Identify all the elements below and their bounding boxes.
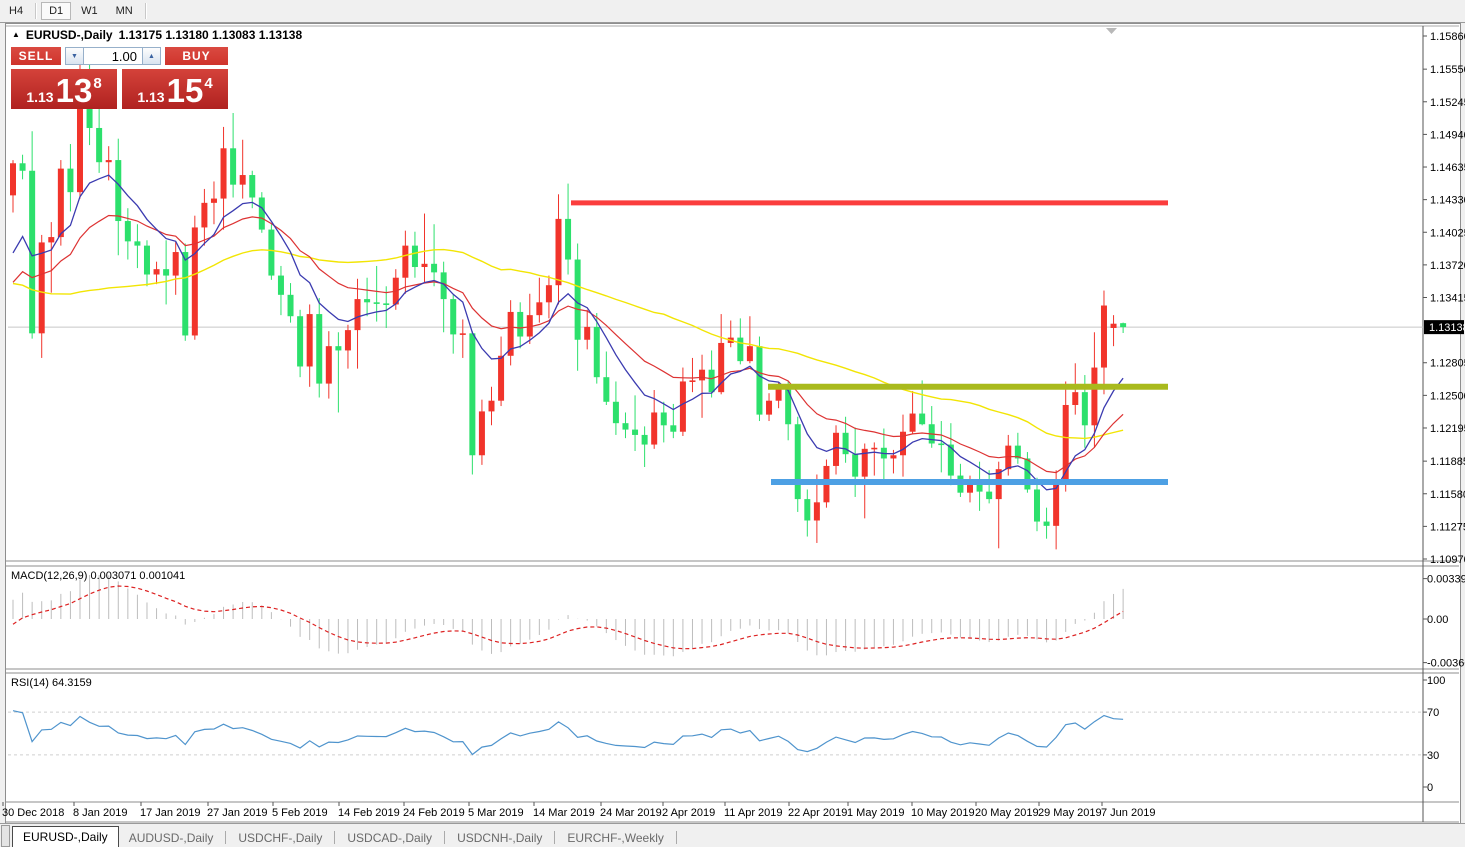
sell-price-big: 13 bbox=[56, 77, 93, 105]
chart-window[interactable] bbox=[5, 23, 1461, 824]
timeframe-d1-button[interactable]: D1 bbox=[41, 2, 71, 20]
volume-input[interactable] bbox=[84, 47, 142, 65]
timeframe-toolbar: H4 D1 W1 MN bbox=[0, 0, 1465, 23]
tab-audusd-daily[interactable]: AUDUSD-,Daily bbox=[119, 828, 224, 847]
rsi-indicator-label: RSI(14) 64.3159 bbox=[11, 677, 92, 689]
chart-tab-bar: EURUSD-,Daily AUDUSD-,Daily USDCHF-,Dail… bbox=[0, 823, 1465, 847]
buy-button[interactable]: BUY bbox=[165, 47, 228, 65]
volume-increase-button[interactable]: ▲ bbox=[142, 47, 161, 65]
chart-ohlc-values: 1.13175 1.13180 1.13083 1.13138 bbox=[119, 28, 303, 42]
sell-price-tile[interactable]: 1.13138 bbox=[11, 69, 117, 109]
volume-stepper: ▼ ▲ bbox=[65, 47, 161, 65]
tab-usdchf-daily[interactable]: USDCHF-,Daily bbox=[228, 828, 332, 847]
timeframe-w1-button[interactable]: W1 bbox=[73, 2, 106, 20]
buy-price-tile[interactable]: 1.13154 bbox=[122, 69, 228, 109]
sell-price-sup: 8 bbox=[93, 75, 101, 92]
tab-usdcnh-daily[interactable]: USDCNH-,Daily bbox=[447, 828, 552, 847]
one-click-trading-panel: SELL ▼ ▲ BUY 1.13138 1.13154 bbox=[11, 47, 228, 109]
timeframe-mn-button[interactable]: MN bbox=[108, 2, 141, 20]
sell-button[interactable]: SELL bbox=[11, 47, 61, 65]
buy-price-sup: 4 bbox=[204, 75, 212, 92]
chart-symbol-label: EURUSD-,Daily bbox=[26, 28, 113, 42]
tab-separator bbox=[676, 831, 677, 844]
chart-title: ▲ EURUSD-,Daily 1.13175 1.13180 1.13083 … bbox=[12, 28, 302, 42]
sell-price-prefix: 1.13 bbox=[26, 90, 53, 105]
chevron-down-icon: ▼ bbox=[71, 53, 78, 60]
tab-eurusd-daily[interactable]: EURUSD-,Daily bbox=[12, 826, 119, 847]
macd-indicator-label: MACD(12,26,9) 0.003071 0.001041 bbox=[11, 570, 185, 582]
tab-usdcad-daily[interactable]: USDCAD-,Daily bbox=[337, 828, 442, 847]
volume-decrease-button[interactable]: ▼ bbox=[65, 47, 84, 65]
chevron-up-icon: ▲ bbox=[148, 53, 155, 60]
timeframe-h4-button[interactable]: H4 bbox=[1, 2, 31, 20]
tab-separator bbox=[444, 831, 445, 844]
tab-eurchf-weekly[interactable]: EURCHF-,Weekly bbox=[557, 828, 673, 847]
tab-separator bbox=[334, 831, 335, 844]
collapse-icon[interactable]: ▲ bbox=[12, 31, 20, 39]
buy-price-big: 15 bbox=[167, 77, 204, 105]
buy-price-prefix: 1.13 bbox=[137, 90, 164, 105]
toolbar-separator bbox=[145, 3, 147, 19]
tab-separator bbox=[225, 831, 226, 844]
trading-terminal: H4 D1 W1 MN 1.158601.155501.152451.14940… bbox=[0, 0, 1465, 847]
tab-scroller[interactable] bbox=[1, 825, 10, 847]
tab-separator bbox=[554, 831, 555, 844]
toolbar-separator bbox=[35, 3, 37, 19]
